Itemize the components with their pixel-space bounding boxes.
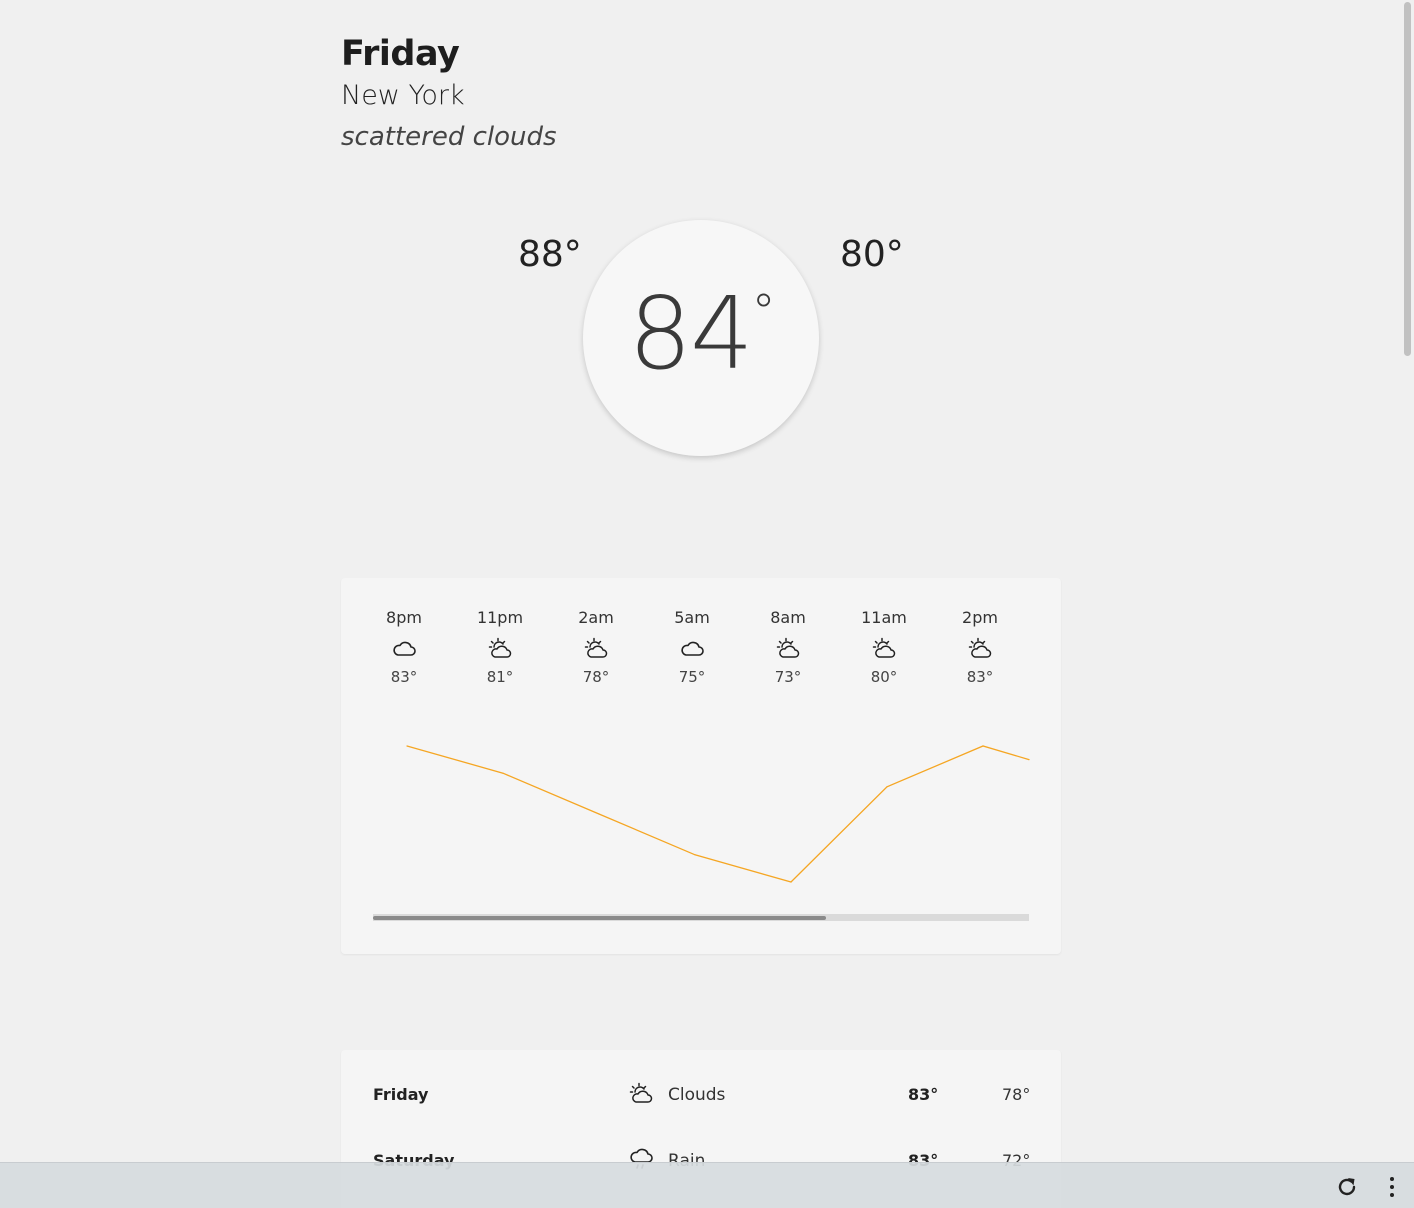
- page-title: Friday: [341, 34, 460, 74]
- hourly-item: 2pm 83°: [940, 608, 1020, 686]
- hourly-item: 8am 73°: [748, 608, 828, 686]
- temp-point: [598, 813, 600, 815]
- cloud-icon: [364, 634, 444, 664]
- temp-point: [790, 881, 792, 883]
- cloud-icon: [652, 634, 732, 664]
- hourly-item: 5am 75°: [652, 608, 732, 686]
- hourly-temp: 83°: [390, 668, 418, 686]
- condition-text: scattered clouds: [341, 122, 557, 152]
- city-name: New York: [341, 80, 465, 111]
- reload-icon[interactable]: [1334, 1174, 1360, 1200]
- temp-point: [502, 772, 504, 774]
- daily-condition: Clouds: [668, 1085, 726, 1105]
- page-scrollbar-thumb[interactable]: [1404, 2, 1411, 356]
- hourly-time: 11am: [861, 608, 907, 627]
- partly-cloudy-icon: [748, 634, 828, 664]
- weather-page: Friday New York scattered clouds 88° 80°…: [0, 0, 1414, 1208]
- daily-low: 78°: [1002, 1085, 1031, 1104]
- hourly-item: 8pm 83°: [364, 608, 444, 686]
- low-temp: 80°: [840, 234, 904, 275]
- hourly-temp: 78°: [582, 668, 610, 686]
- hourly-time: 8pm: [386, 608, 422, 627]
- temp-point: [886, 786, 888, 788]
- hourly-time: 2am: [578, 608, 614, 627]
- current-temp-value: 84: [628, 275, 753, 392]
- hourly-item: 11pm 81°: [460, 608, 540, 686]
- partly-cloudy-icon: [460, 634, 540, 664]
- hourly-time: 5am: [674, 608, 710, 627]
- partly-cloudy-icon: [940, 634, 1020, 664]
- temp-point: [982, 745, 984, 747]
- hourly-scrollbar-thumb[interactable]: [373, 916, 826, 920]
- hourly-forecast-card: 8pm 83° 11pm 81° 2am 78° 5am 75° 8am 73° 11am 80° 2p…: [341, 578, 1061, 954]
- hourly-temp: 83°: [966, 668, 994, 686]
- temp-point: [694, 854, 696, 856]
- high-temp: 88°: [518, 234, 582, 275]
- hourly-item: 11am 80°: [844, 608, 924, 686]
- partly-cloudy-icon: [844, 634, 924, 664]
- partly-cloudy-icon: [556, 634, 636, 664]
- hourly-temp: 81°: [486, 668, 514, 686]
- temp-point: [1028, 759, 1030, 761]
- hourly-temp: 73°: [774, 668, 802, 686]
- daily-day-name: Friday: [373, 1085, 429, 1104]
- hourly-item: 2am 78°: [556, 608, 636, 686]
- hourly-time: 11pm: [476, 608, 524, 627]
- current-temp-circle: 84°: [583, 220, 819, 456]
- hourly-scrollbar[interactable]: [373, 914, 1029, 921]
- hourly-temp: 80°: [870, 668, 898, 686]
- daily-row[interactable]: Friday Clouds 83° 78°: [341, 1077, 1061, 1117]
- temp-point: [406, 745, 408, 747]
- hourly-time: 2pm: [962, 608, 998, 627]
- daily-high: 83°: [908, 1085, 939, 1104]
- current-temp: 84°: [583, 284, 819, 384]
- more-menu-icon[interactable]: [1380, 1174, 1404, 1200]
- hourly-time: 8am: [770, 608, 806, 627]
- page-scrollbar[interactable]: [1400, 0, 1414, 1162]
- degree-symbol: °: [751, 284, 776, 340]
- temp-line: [406, 745, 1030, 883]
- bottom-toolbar: [0, 1162, 1414, 1208]
- hourly-temp: 75°: [678, 668, 706, 686]
- partly-cloudy-icon: [628, 1082, 654, 1110]
